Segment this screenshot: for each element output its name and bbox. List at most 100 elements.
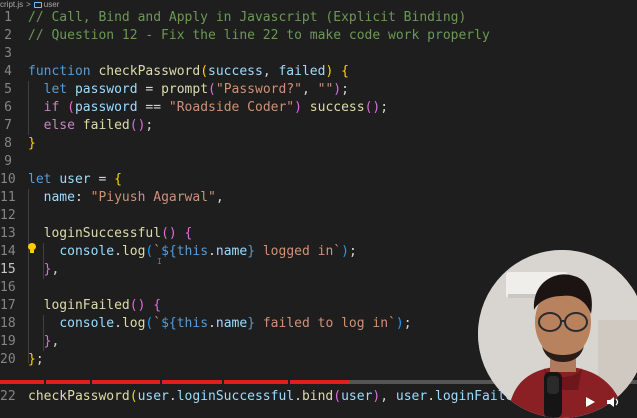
code-line[interactable]: 11 name: "Piyush Agarwal", [0,189,637,207]
chapter-marker [44,380,46,384]
line-number: 20 [0,352,16,367]
line-number: 9 [4,154,12,169]
code-text: console.log(`${this.name} failed to log … [28,315,412,333]
code-token: . [208,244,216,259]
code-token: . [114,316,122,331]
code-token: , [51,334,60,349]
code-token: ; [348,244,357,259]
code-token: = [90,172,115,187]
code-token: log [121,244,146,259]
line-number: 10 [0,172,16,187]
code-token: // Call, Bind and Apply in Javascript (E… [28,10,467,25]
code-token: user [137,389,169,404]
chapter-marker [288,380,290,384]
code-token: ( [208,82,216,97]
code-line[interactable]: 12 [0,207,637,225]
code-token: ( [67,100,75,115]
code-token: . [208,316,216,331]
code-token: "Password?" [215,82,302,97]
line-number: 14 [0,244,16,259]
code-line[interactable]: 7 else failed(); [0,117,637,135]
symbol-object-icon [33,1,42,8]
code-token: , [215,190,224,205]
code-token: success [309,100,365,115]
line-number: 6 [4,100,12,115]
code-token: function [28,64,99,79]
code-token: . [427,389,436,404]
code-token: . [114,244,122,259]
line-number: 18 [0,316,16,331]
code-line[interactable]: 8} [0,135,637,153]
video-progress-fill [0,380,351,384]
code-text: console.log(`${this.name} logged in`); [28,243,357,261]
code-token: = [137,82,162,97]
code-token: checkPassword [28,389,130,404]
line-number: 13 [0,226,16,241]
code-token: user [341,389,373,404]
code-token: ) [294,100,302,115]
code-token: ) [341,244,349,259]
code-text: } [28,135,36,153]
webcam-overlay [478,250,637,418]
code-text: }, [28,261,60,279]
code-text: if (password == "Roadside Coder") succes… [28,99,388,117]
code-token: { [153,298,162,313]
code-token: this [176,244,209,259]
code-token: ( [129,118,138,133]
code-line[interactable]: 5 let password = prompt("Password?", "")… [0,81,637,99]
code-token: ( [129,389,138,404]
code-token: name [215,316,248,331]
code-token: ; [35,352,44,367]
code-token: logged in` [255,244,342,259]
code-line[interactable]: 2 // Question 12 - Fix the line 22 to mak… [0,27,637,45]
code-text: let password = prompt("Password?", ""); [28,81,349,99]
code-token: . [168,389,177,404]
code-text: name: "Piyush Agarwal", [28,189,224,207]
code-token: password [74,82,138,97]
code-line[interactable]: 3 [0,45,637,63]
code-token: ; [403,316,412,331]
code-line[interactable]: 13 loginSuccessful() { [0,225,637,243]
code-token: } [28,352,36,367]
code-token: name [215,244,248,259]
code-token: , [380,389,396,404]
line-number: 11 [0,190,16,205]
volume-icon[interactable] [606,396,620,408]
code-token: failed [278,64,326,79]
code-token: } [247,244,256,259]
code-token: { [341,64,349,79]
lightbulb-icon[interactable] [28,243,36,253]
code-token: console [59,316,115,331]
code-text: }, [28,333,60,351]
line-number: 7 [4,118,12,133]
play-icon[interactable] [584,396,596,408]
code-token: ( [200,64,209,79]
code-token: bind [301,389,334,404]
code-line[interactable]: 9 [0,153,637,171]
breadcrumb-symbol[interactable]: user [44,0,60,9]
code-token: success [208,64,263,79]
line-number: 19 [0,334,16,349]
code-token: ) [168,226,177,241]
code-token: ) [395,316,404,331]
line-number: 16 [0,280,16,295]
code-token: , [51,262,60,277]
code-token: ( [161,226,169,241]
text-cursor-icon: I [157,257,162,266]
code-token: else [43,118,83,133]
code-token: loginFailed [43,298,130,313]
breadcrumb-file[interactable]: cript.js [0,0,23,9]
code-line[interactable]: 1 // Call, Bind and Apply in Javascript (… [0,9,637,27]
line-number: 5 [4,82,12,97]
code-token: "Roadside Coder" [168,100,295,115]
code-line[interactable]: 4 function checkPassword(success, failed)… [0,63,637,81]
code-line[interactable]: 6 if (password == "Roadside Coder") succ… [0,99,637,117]
code-token: . [294,389,302,404]
code-line[interactable]: 10 let user = { [0,171,637,189]
